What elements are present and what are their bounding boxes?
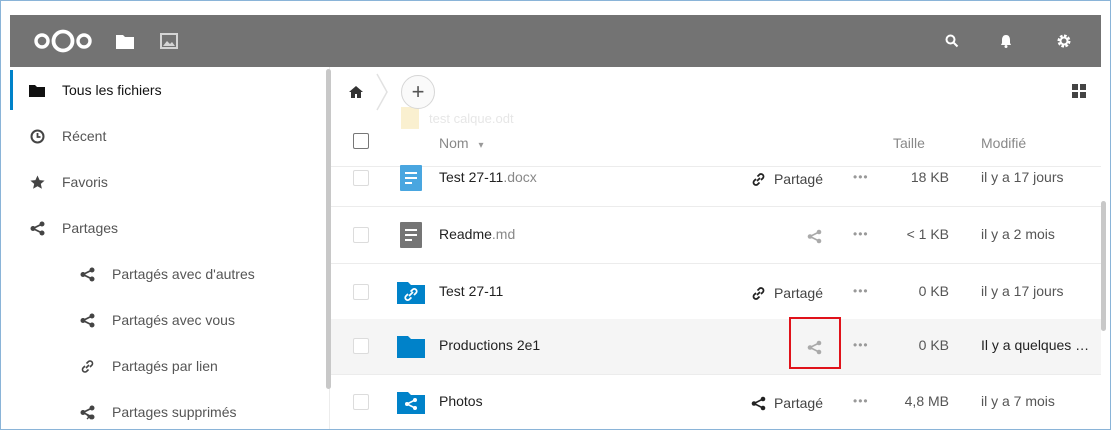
sidebar-navigation: Tous les fichiers Récent Favoris Partage… — [10, 67, 330, 429]
more-actions-icon[interactable]: ••• — [853, 170, 873, 186]
share-icon — [805, 227, 823, 245]
file-modified: il y a 17 jours — [981, 169, 1064, 185]
sidebar-item-label: Partages supprimés — [112, 404, 237, 420]
file-size: < 1 KB — [906, 226, 949, 242]
link-folder-icon — [397, 282, 425, 304]
settings-icon[interactable] — [1053, 30, 1075, 52]
home-icon[interactable] — [345, 81, 367, 103]
row-checkbox[interactable] — [353, 227, 369, 243]
share-status[interactable]: Partagé — [750, 392, 823, 414]
share-label: Partagé — [773, 395, 823, 411]
sidebar-item-shares[interactable]: Partages — [10, 205, 329, 251]
sidebar-item-recent[interactable]: Récent — [10, 113, 329, 159]
more-actions-icon[interactable]: ••• — [853, 284, 873, 300]
sidebar-item-favorites[interactable]: Favoris — [10, 159, 329, 205]
column-header-size[interactable]: Taille — [893, 135, 925, 151]
more-actions-icon[interactable]: ••• — [853, 227, 873, 243]
sidebar-item-shared-by-link[interactable]: Partagés par lien — [10, 343, 329, 389]
sidebar-item-label: Tous les fichiers — [62, 82, 162, 98]
row-checkbox[interactable] — [353, 394, 369, 410]
file-modified: il y a 17 jours — [981, 283, 1064, 299]
table-row[interactable]: Photos Partagé ••• 4,8 MB il y a 7 mois — [331, 375, 1101, 429]
share-icon — [76, 263, 98, 285]
file-size: 0 KB — [918, 283, 949, 299]
table-row[interactable]: Test 27-11 Partagé ••• 0 KB il y a 17 jo… — [331, 265, 1101, 321]
share-deleted-icon — [76, 401, 98, 423]
share-label: Partagé — [773, 285, 823, 301]
row-checkbox[interactable] — [353, 170, 369, 186]
file-size: 4,8 MB — [904, 393, 949, 409]
column-header-name[interactable]: Nom ▾ — [439, 135, 483, 151]
breadcrumb-separator-icon — [376, 73, 388, 111]
select-all-checkbox[interactable] — [353, 133, 369, 149]
row-checkbox[interactable] — [353, 338, 369, 354]
grid-view-icon[interactable] — [1071, 83, 1087, 99]
text-file-icon — [400, 222, 422, 248]
file-name[interactable]: Productions 2e1 — [439, 337, 540, 353]
file-name[interactable]: Test 27-11 — [439, 283, 503, 299]
files-app-icon[interactable] — [112, 28, 138, 54]
table-row[interactable]: Test 27-11.docx Partagé ••• 18 KB il y a… — [331, 151, 1101, 207]
table-row[interactable]: Productions 2e1 ••• 0 KB Il y a quelques… — [331, 319, 1101, 375]
link-icon — [750, 284, 768, 302]
more-actions-icon[interactable]: ••• — [853, 394, 873, 410]
highlight-box — [789, 317, 841, 369]
sidebar-item-deleted-shares[interactable]: Partages supprimés — [10, 389, 329, 429]
sidebar-item-label: Récent — [62, 128, 107, 144]
share-status[interactable]: Partagé — [750, 168, 823, 190]
files-main-area: test calque.odt + Nom ▾ Taille Modifié T… — [331, 67, 1101, 429]
row-checkbox[interactable] — [353, 284, 369, 300]
share-icon — [750, 394, 768, 412]
column-header-modified[interactable]: Modifié — [981, 135, 1026, 151]
sidebar-item-label: Favoris — [62, 174, 108, 190]
file-size: 0 KB — [918, 337, 949, 353]
folder-icon — [397, 336, 425, 358]
file-name[interactable]: Photos — [439, 393, 483, 409]
file-modified: Il y a quelques secondes — [981, 337, 1091, 353]
share-icon — [26, 217, 48, 239]
share-status[interactable] — [805, 225, 823, 247]
share-status[interactable]: Partagé — [750, 282, 823, 304]
browser-frame: Tous les fichiers Récent Favoris Partage… — [0, 0, 1111, 430]
folder-icon — [26, 79, 48, 101]
share-icon — [76, 309, 98, 331]
file-name[interactable]: Test 27-11.docx — [439, 169, 537, 185]
link-icon — [76, 355, 98, 377]
search-icon[interactable] — [941, 30, 963, 52]
nextcloud-logo-icon[interactable] — [32, 26, 94, 56]
table-row[interactable]: Readme.md ••• < 1 KB il y a 2 mois — [331, 208, 1101, 264]
sidebar-item-all-files[interactable]: Tous les fichiers — [10, 67, 329, 113]
clock-icon — [26, 125, 48, 147]
sidebar-item-label: Partagés par lien — [112, 358, 218, 374]
sidebar-item-label: Partagés avec d'autres — [112, 266, 255, 282]
main-scrollbar[interactable] — [1101, 201, 1106, 331]
sidebar-item-label: Partagés avec vous — [112, 312, 235, 328]
sort-down-icon: ▾ — [478, 140, 484, 151]
add-new-button[interactable]: + — [401, 75, 435, 109]
sidebar-item-shared-with-you[interactable]: Partagés avec vous — [10, 297, 329, 343]
gallery-app-icon[interactable] — [156, 28, 182, 54]
file-name[interactable]: Readme.md — [439, 226, 515, 242]
top-header-bar — [10, 15, 1101, 67]
breadcrumb: + — [331, 67, 1101, 117]
document-icon — [400, 165, 422, 191]
sidebar-item-label: Partages — [62, 220, 119, 236]
file-size: 18 KB — [910, 169, 949, 185]
sidebar-item-shared-with-others[interactable]: Partagés avec d'autres — [10, 251, 329, 297]
link-icon — [750, 170, 768, 188]
notifications-icon[interactable] — [995, 30, 1017, 52]
star-icon — [26, 171, 48, 193]
share-label: Partagé — [773, 171, 823, 187]
file-modified: il y a 2 mois — [981, 226, 1055, 242]
more-actions-icon[interactable]: ••• — [853, 338, 873, 354]
file-modified: il y a 7 mois — [981, 393, 1055, 409]
shared-folder-icon — [397, 392, 425, 414]
